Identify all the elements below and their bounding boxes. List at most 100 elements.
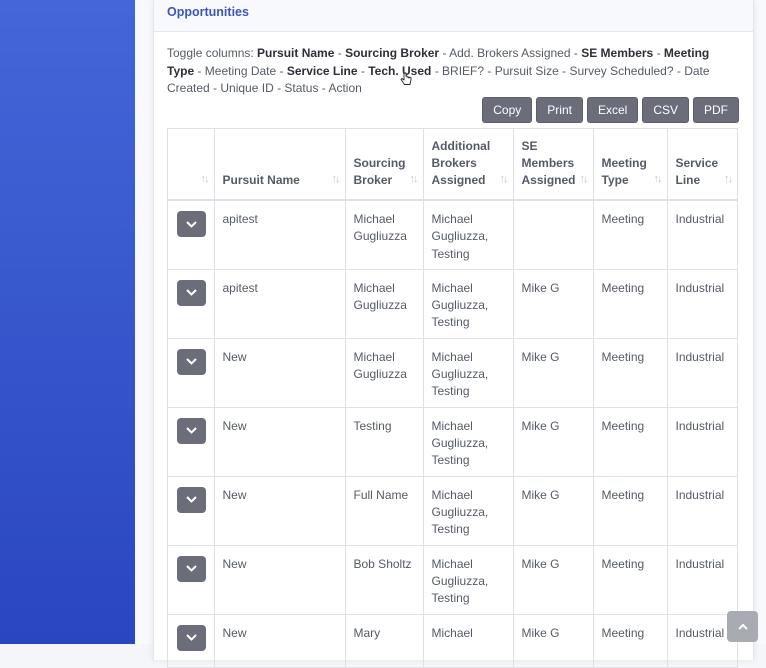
csv-button[interactable]: CSV — [642, 97, 689, 123]
table-cell: Mary — [345, 614, 424, 667]
table-row: New Full Name Michael Gugliuzza, Testing Mi… — [168, 476, 737, 546]
expand-cell — [168, 269, 215, 339]
print-button[interactable]: Print — [536, 97, 583, 123]
column-header-label: Sourcing Broker — [353, 156, 406, 187]
table-cell: Michael — [423, 614, 514, 667]
column-header[interactable]: Sourcing Broker ↑↓ — [345, 129, 424, 201]
expand-row-button[interactable] — [177, 624, 206, 651]
column-header-label: Pursuit Name — [222, 173, 300, 187]
table-cell: Michael Gugliuzza, Testing — [423, 476, 514, 546]
chevron-down-icon — [186, 220, 197, 228]
toggle-separator: - — [276, 63, 287, 78]
sort-arrows-icon[interactable]: ↑↓ — [332, 171, 341, 188]
table-cell: Meeting — [593, 338, 668, 408]
expand-row-button[interactable] — [177, 555, 206, 582]
column-header[interactable]: Pursuit Name ↑↓ — [214, 129, 346, 201]
table-row: New Testing Michael Gugliuzza, Testing Mike… — [168, 407, 737, 477]
table-cell: Michael Gugliuzza, Testing — [423, 407, 514, 477]
toggle-column-survey-scheduled[interactable]: Survey Scheduled? — [569, 64, 673, 78]
table-cell: Michael Gugliuzza, Testing — [423, 269, 514, 339]
sort-arrows-icon[interactable]: ↑↓ — [654, 171, 663, 188]
export-button-group: Copy Print Excel CSV PDF — [482, 97, 739, 123]
toggle-column-action[interactable]: Action — [328, 81, 361, 95]
pdf-button[interactable]: PDF — [693, 97, 739, 123]
sort-arrows-icon[interactable]: ↑↓ — [724, 171, 733, 188]
sort-arrows-icon[interactable]: ↑↓ — [500, 171, 509, 188]
table-cell — [513, 200, 594, 270]
table-cell: New — [214, 614, 346, 667]
table-cell: Mike G — [513, 338, 594, 408]
table-row: apitest Michael Gugliuzza Michael Gugliuzz… — [168, 269, 737, 339]
column-header-label: Additional Brokers Assigned — [431, 139, 491, 187]
expand-cell — [168, 545, 215, 615]
toggle-column-add-brokers-assigned[interactable]: Add. Brokers Assigned — [449, 46, 570, 60]
toggle-column-brief[interactable]: BRIEF? — [442, 64, 484, 78]
chevron-down-icon — [186, 427, 197, 434]
column-header[interactable]: Service Line ↑↓ — [667, 129, 737, 201]
expand-row-button[interactable] — [177, 417, 206, 444]
table-row: New Bob Sholtz Michael Gugliuzza, Testing M… — [168, 545, 737, 615]
toggle-separator: - — [558, 63, 570, 78]
copy-button[interactable]: Copy — [482, 97, 533, 123]
column-header-label: Service Line — [675, 156, 719, 187]
column-header-label: Meeting Type — [601, 156, 647, 187]
column-header[interactable]: ↑↓ — [168, 129, 215, 201]
scroll-to-top-button[interactable] — [727, 611, 758, 642]
card-title: Opportunities — [167, 5, 249, 19]
column-header[interactable]: SE Members Assigned ↑↓ — [513, 129, 594, 201]
toggle-column-sourcing-broker[interactable]: Sourcing Broker — [345, 46, 439, 60]
table-cell: Meeting — [593, 545, 668, 615]
toggle-column-pursuit-size[interactable]: Pursuit Size — [495, 64, 559, 78]
opportunities-table: ↑↓ Pursuit Name ↑↓ Sourcing Broker ↑↓ Additio… — [168, 129, 737, 667]
table-row: New Mary Michael Mike G Meeting Industrial — [168, 614, 737, 667]
expand-cell — [168, 407, 215, 477]
table-cell: New — [214, 407, 346, 477]
chevron-down-icon — [186, 496, 197, 503]
table-cell: New — [214, 476, 346, 546]
sort-arrows-icon[interactable]: ↑↓ — [410, 171, 419, 188]
table-cell: New — [214, 545, 346, 615]
excel-button[interactable]: Excel — [586, 97, 639, 123]
toggle-separator: - — [653, 46, 664, 60]
expand-row-button[interactable] — [177, 486, 206, 513]
table-cell: Michael Gugliuzza, Testing — [423, 545, 514, 615]
toggle-separator: - — [334, 46, 346, 60]
table-cell: Meeting — [593, 200, 668, 270]
toggle-column-service-line[interactable]: Service Line — [287, 64, 358, 78]
toggle-separator: - — [673, 63, 685, 78]
table-cell: Meeting — [593, 407, 668, 477]
chevron-up-icon — [737, 623, 748, 630]
table-body: apitest Michael Gugliuzza Michael Gugliuzz… — [168, 200, 737, 667]
table-cell: Testing — [345, 407, 424, 477]
table-cell: Meeting — [593, 476, 668, 546]
expand-row-button[interactable] — [177, 348, 206, 375]
expand-row-button[interactable] — [177, 211, 206, 237]
opportunities-card: Opportunities Toggle columns: Pursuit Na… — [153, 0, 754, 668]
sort-arrows-icon[interactable]: ↑↓ — [580, 171, 589, 188]
opportunities-table-container: ↑↓ Pursuit Name ↑↓ Sourcing Broker ↑↓ Additio… — [167, 128, 738, 668]
column-header[interactable]: Additional Brokers Assigned ↑↓ — [423, 129, 514, 201]
table-cell: Mike G — [513, 476, 594, 546]
toggle-separator: - — [318, 81, 329, 95]
table-cell: Meeting — [593, 269, 668, 339]
toggle-column-status[interactable]: Status — [284, 81, 318, 95]
toggle-column-unique-id[interactable]: Unique ID — [220, 81, 273, 95]
table-cell: Mike G — [513, 269, 594, 339]
column-header[interactable]: Meeting Type ↑↓ — [593, 129, 668, 201]
toggle-column-meeting-date[interactable]: Meeting Date — [205, 64, 276, 78]
table-cell: New — [214, 338, 346, 408]
toggle-column-pursuit-name[interactable]: Pursuit Name — [257, 46, 334, 60]
chevron-down-icon — [186, 565, 197, 572]
table-cell: Industrial — [667, 269, 737, 339]
sidebar — [0, 0, 135, 644]
table-row: apitest Michael Gugliuzza Michael Gugliuzz… — [168, 200, 737, 270]
expand-row-button[interactable] — [177, 279, 206, 306]
toggle-column-tech-used[interactable]: Tech. Used — [368, 64, 431, 78]
toggle-separator: - — [484, 63, 495, 78]
table-cell: Michael Gugliuzza — [345, 338, 424, 408]
toggle-column-se-members[interactable]: SE Members — [581, 46, 653, 60]
sort-arrows-icon[interactable]: ↑↓ — [201, 171, 210, 188]
toggle-separator: - — [357, 63, 369, 78]
toggle-separator: - — [194, 63, 205, 78]
toggle-columns-bar: Toggle columns: Pursuit Name - Sourcing … — [167, 45, 739, 98]
